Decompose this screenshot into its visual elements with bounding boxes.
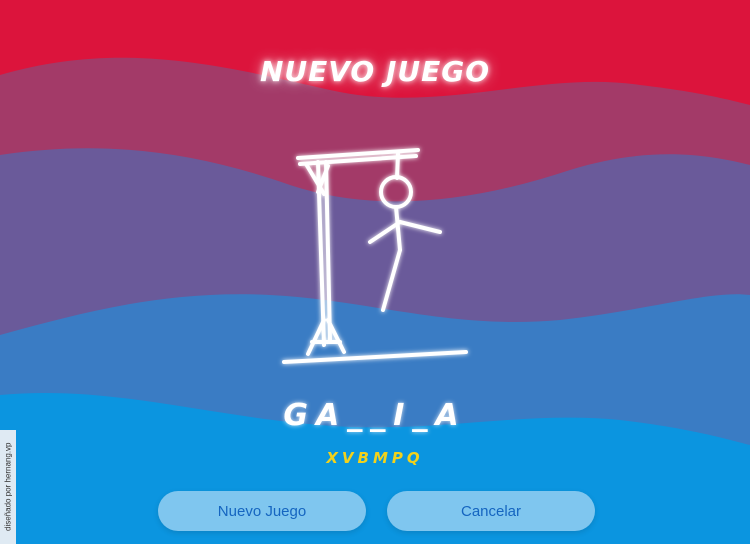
hidden-word: GA__I_A [283,398,467,433]
hangman-leg [381,248,402,312]
page-title: NUEVO JUEGO [259,55,491,88]
hangman-arm-right [398,220,442,234]
hangman-arm-left [368,220,402,244]
cancel-button[interactable]: Cancelar [387,491,595,531]
designer-credit: diseñado por hernang.vp [0,430,16,544]
rope [395,152,400,180]
gallows-base [282,350,468,364]
wrong-letters: XVBMPQ [326,449,424,467]
hangman-body [394,205,402,252]
hangman-head [379,175,413,209]
hangman-drawing [282,148,468,364]
new-game-button[interactable]: Nuevo Juego [158,491,366,531]
